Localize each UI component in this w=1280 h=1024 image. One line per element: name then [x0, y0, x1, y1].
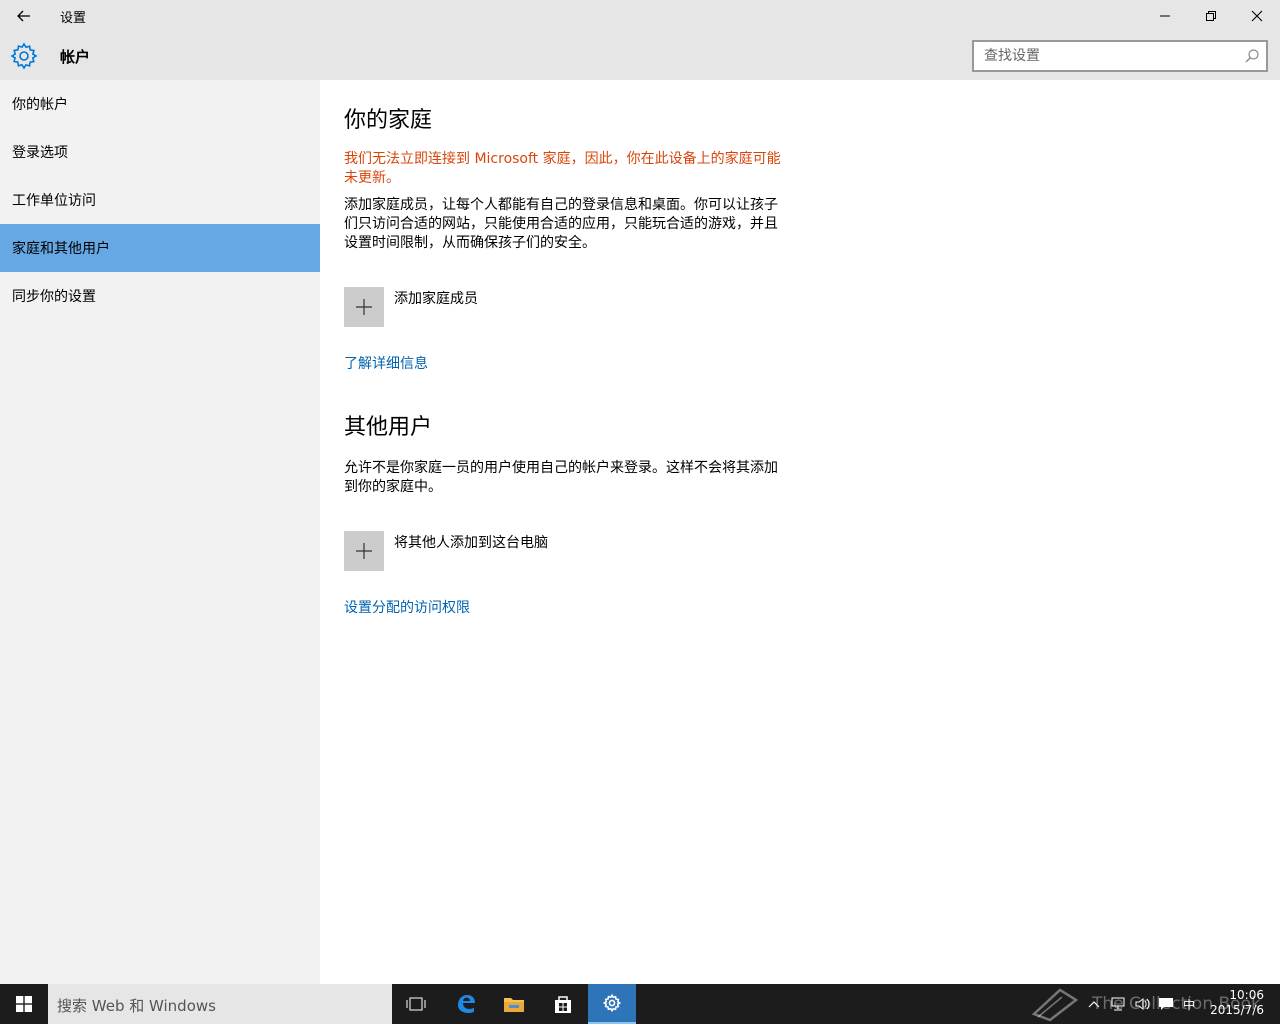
book-icon: [1031, 988, 1079, 1022]
section-title: 帐户: [60, 48, 91, 66]
assigned-access-link[interactable]: 设置分配的访问权限: [344, 597, 470, 617]
taskbar-store-button[interactable]: [539, 984, 587, 1024]
back-button[interactable]: [0, 0, 48, 32]
network-button[interactable]: [1106, 984, 1130, 1024]
title-bar: 设置: [0, 0, 1280, 32]
taskbar-clock[interactable]: 10:06 2015/7/6: [1210, 988, 1264, 1018]
edge-icon: [458, 995, 475, 1013]
taskbar-search-text: 搜索 Web 和 Windows: [57, 997, 216, 1015]
task-view-icon: [406, 997, 426, 1011]
plus-icon: [356, 543, 372, 559]
task-view-button[interactable]: [392, 984, 440, 1024]
taskbar: 搜索 Web 和 Windows The Collection Book 中 1…: [0, 984, 1280, 1024]
network-icon: [1111, 997, 1125, 1011]
settings-header: 帐户: [0, 32, 1280, 80]
add-family-member-label[interactable]: 添加家庭成员: [394, 288, 478, 308]
sidebar-item-family-other-users[interactable]: 家庭和其他用户: [0, 224, 320, 272]
clock-time: 10:06: [1229, 988, 1264, 1002]
taskbar-edge-button[interactable]: [442, 984, 490, 1024]
action-center-button[interactable]: [1154, 984, 1178, 1024]
add-family-member-button[interactable]: [344, 287, 384, 327]
sidebar-item-label: 家庭和其他用户: [12, 241, 110, 257]
taskbar-search-box[interactable]: 搜索 Web 和 Windows: [48, 984, 392, 1024]
input-method-button[interactable]: 中: [1178, 984, 1200, 1024]
sidebar-item-sync-settings[interactable]: 同步你的设置: [0, 272, 320, 320]
close-button[interactable]: [1234, 0, 1280, 32]
family-warning: 我们无法立即连接到 Microsoft 家庭，因此，你在此设备上的家庭可能未更新…: [344, 151, 781, 186]
sidebar-item-sign-in-options[interactable]: 登录选项: [0, 128, 320, 176]
start-button[interactable]: [0, 984, 48, 1024]
show-hidden-icons-button[interactable]: [1084, 984, 1104, 1024]
windows-logo-icon: [16, 996, 32, 1012]
search-icon[interactable]: [1244, 48, 1260, 64]
window-title: 设置: [60, 11, 87, 26]
gear-icon: [10, 42, 38, 70]
clock-date: 2015/7/6: [1210, 1003, 1264, 1017]
add-other-user-label[interactable]: 将其他人添加到这台电脑: [394, 532, 548, 552]
restore-button[interactable]: [1188, 0, 1234, 32]
sidebar-item-work-access[interactable]: 工作单位访问: [0, 176, 320, 224]
family-description: 添加家庭成员，让每个人都能有自己的登录信息和桌面。你可以让孩子们只访问合适的网站…: [344, 197, 778, 251]
family-heading: 你的家庭: [344, 108, 433, 133]
sidebar-item-your-account[interactable]: 你的帐户: [0, 80, 320, 128]
close-icon: [1251, 10, 1263, 22]
sidebar-item-label: 工作单位访问: [12, 193, 96, 209]
plus-icon: [356, 299, 372, 315]
add-other-user-button[interactable]: [344, 531, 384, 571]
store-icon: [555, 996, 571, 1013]
chevron-up-icon: [1088, 1001, 1100, 1008]
ime-indicator: 中: [1182, 997, 1195, 1012]
minimize-icon: [1160, 15, 1170, 17]
minimize-button[interactable]: [1142, 0, 1188, 32]
settings-search[interactable]: [972, 40, 1268, 72]
gear-icon: [603, 994, 621, 1012]
sidebar-item-label: 你的帐户: [12, 97, 68, 113]
main-content: 你的家庭 我们无法立即连接到 Microsoft 家庭，因此，你在此设备上的家庭…: [320, 80, 1280, 984]
restore-icon: [1206, 11, 1216, 21]
sidebar-item-label: 登录选项: [12, 145, 68, 161]
arrow-left-icon: [17, 10, 30, 22]
notification-icon: [1159, 998, 1173, 1010]
other-users-description: 允许不是你家庭一员的用户使用自己的帐户来登录。这样不会将其添加到你的家庭中。: [344, 460, 778, 495]
taskbar-file-explorer-button[interactable]: [490, 984, 538, 1024]
taskbar-settings-button[interactable]: [588, 984, 636, 1024]
other-users-heading: 其他用户: [344, 415, 433, 440]
volume-button[interactable]: [1130, 984, 1154, 1024]
speaker-icon: [1135, 998, 1150, 1010]
sidebar-item-label: 同步你的设置: [12, 289, 96, 305]
folder-icon: [504, 998, 524, 1012]
search-input[interactable]: [984, 47, 1234, 65]
learn-more-link[interactable]: 了解详细信息: [344, 353, 428, 373]
sidebar: 你的帐户 登录选项 工作单位访问 家庭和其他用户 同步你的设置: [0, 80, 320, 984]
